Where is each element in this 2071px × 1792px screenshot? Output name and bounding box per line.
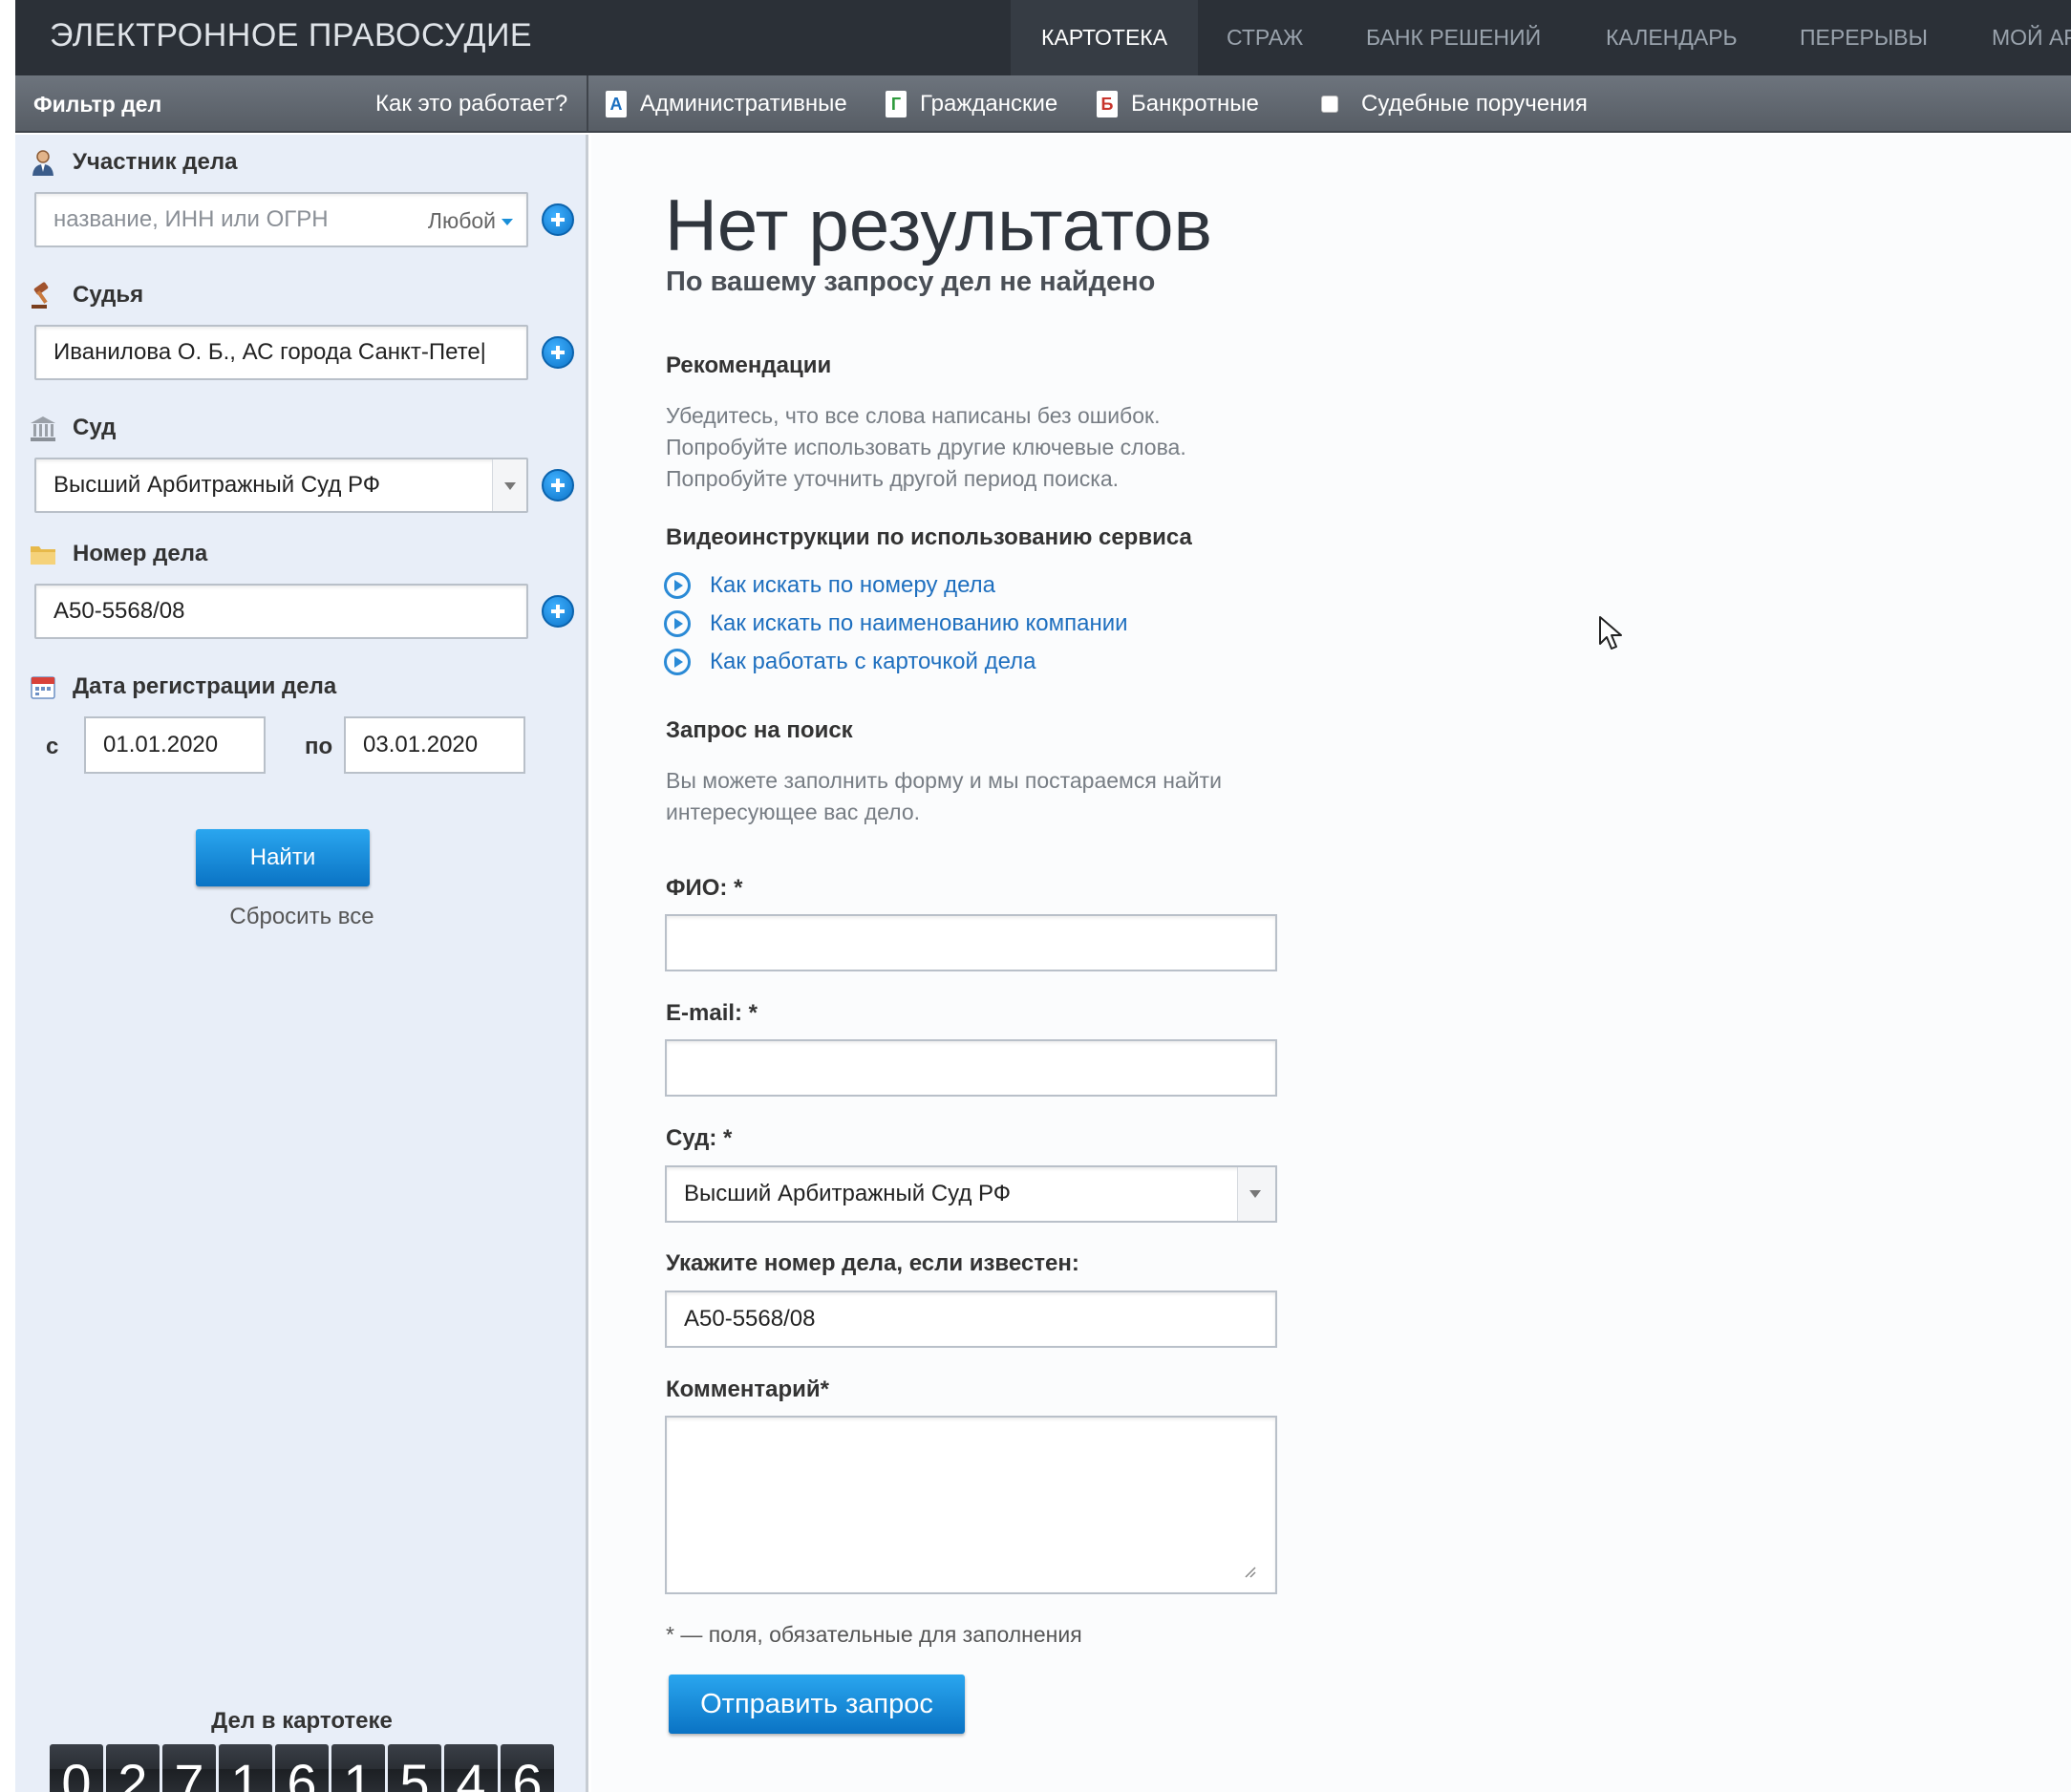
add-judge-plus-icon[interactable] — [542, 336, 574, 369]
courthouse-icon — [29, 414, 57, 442]
submit-request-button[interactable]: Отправить запрос — [669, 1675, 965, 1734]
category-label: Банкротные — [1131, 91, 1259, 117]
court-form-select[interactable]: Высший Арбитражный Суд РФ — [665, 1165, 1277, 1223]
play-icon — [664, 572, 691, 599]
counter-digit: 6 — [501, 1744, 554, 1792]
filter-title: Фильтр дел — [33, 92, 162, 117]
court-select[interactable]: Высший Арбитражный Суд РФ — [34, 458, 528, 513]
add-participant-plus-icon[interactable] — [542, 203, 574, 236]
add-case-number-plus-icon[interactable] — [542, 595, 574, 628]
recommendation-3: Попробуйте уточнить другой период поиска… — [666, 466, 1120, 491]
search-request-text-2: интересующее вас дело. — [666, 800, 921, 824]
video-link-by-number[interactable]: Как искать по номеру дела — [664, 572, 995, 599]
category-bankruptcy[interactable]: Б Банкротные — [1097, 89, 1259, 119]
comment-textarea[interactable] — [665, 1416, 1277, 1594]
comment-label: Комментарий* — [666, 1376, 829, 1402]
reset-all-link[interactable]: Сбросить все — [15, 904, 588, 930]
divider — [587, 75, 588, 133]
nav-kalendar[interactable]: КАЛЕНДАРЬ — [1606, 0, 1738, 75]
category-civil[interactable]: Г Гражданские — [886, 89, 1057, 119]
nav-strazh[interactable]: СТРАЖ — [1227, 0, 1303, 75]
category-court-orders[interactable]: Судебные поручения — [1321, 89, 1588, 119]
case-number-label: Номер дела — [29, 540, 207, 568]
registration-date-label: Дата регистрации дела — [29, 672, 336, 701]
nav-moy-arbitr[interactable]: МОЙ АР — [1992, 0, 2071, 75]
judge-input[interactable]: Иванилова О. Б., АС города Санкт-Пете| — [34, 325, 528, 380]
folder-icon — [29, 540, 57, 568]
recommendation-2: Попробуйте использовать другие ключевые … — [666, 435, 1186, 459]
category-label: Гражданские — [920, 91, 1058, 117]
counter-digit: 7 — [162, 1744, 216, 1792]
participant-mode-dropdown[interactable]: Любой — [428, 208, 513, 234]
resize-grip-icon[interactable] — [1243, 1565, 1256, 1578]
case-number-input[interactable]: А50-5568/08 — [34, 584, 528, 639]
chevron-down-icon[interactable] — [1237, 1167, 1275, 1221]
nav-kartoteka[interactable]: КАРТОТЕКА — [1011, 0, 1198, 75]
email-input[interactable] — [665, 1039, 1277, 1097]
required-fields-note: * — поля, обязательные для заполнения — [666, 1622, 1082, 1647]
counter-digit: 2 — [106, 1744, 160, 1792]
counter-digit: 6 — [275, 1744, 329, 1792]
video-instructions-heading: Видеоинструкции по использованию сервиса — [666, 524, 1192, 550]
search-request-heading: Запрос на поиск — [666, 717, 853, 743]
date-from-label: с — [46, 734, 59, 759]
gavel-icon — [29, 281, 57, 309]
page-subtitle: По вашему запросу дел не найдено — [666, 267, 1156, 297]
date-to-input[interactable]: 03.01.2020 — [344, 716, 525, 774]
category-label: Судебные поручения — [1361, 91, 1588, 117]
counter-digit: 5 — [388, 1744, 441, 1792]
fio-input[interactable] — [665, 914, 1277, 971]
administrative-icon: А — [606, 91, 627, 117]
case-number-form-label: Укажите номер дела, если известен: — [666, 1250, 1079, 1276]
recommendation-1: Убедитесь, что все слова написаны без ош… — [666, 403, 1161, 428]
counter-digit: 1 — [219, 1744, 272, 1792]
chevron-down-icon[interactable] — [492, 459, 526, 511]
filter-bar: Фильтр дел Как это работает? А Администр… — [15, 75, 2071, 133]
page-title: Нет результатов — [665, 185, 1212, 267]
court-form-label: Суд: * — [666, 1125, 733, 1151]
fio-label: ФИО: * — [666, 875, 743, 901]
civil-icon: Г — [886, 91, 907, 117]
email-label: E-mail: * — [666, 1000, 758, 1026]
case-number-form-input[interactable]: А50-5568/08 — [665, 1291, 1277, 1348]
person-icon — [29, 148, 57, 177]
cases-counter-label: Дел в картотеке — [211, 1708, 393, 1734]
recommendations-heading: Рекомендации — [666, 352, 832, 378]
nav-bank-resheniy[interactable]: БАНК РЕШЕНИЙ — [1366, 0, 1541, 75]
counter-digit: 0 — [50, 1744, 103, 1792]
find-button[interactable]: Найти — [196, 829, 370, 886]
play-icon — [664, 649, 691, 675]
counter-digit: 1 — [331, 1744, 385, 1792]
court-orders-checkbox[interactable] — [1321, 96, 1338, 113]
add-court-plus-icon[interactable] — [542, 469, 574, 501]
bankruptcy-icon: Б — [1097, 91, 1118, 117]
how-it-works-link[interactable]: Как это работает? — [375, 91, 567, 117]
cases-counter: 0 2 7 1 6 1 5 4 6 — [50, 1744, 554, 1792]
nav-pereryvy[interactable]: ПЕРЕРЫВЫ — [1800, 0, 1928, 75]
search-request-text-1: Вы можете заполнить форму и мы постараем… — [666, 768, 1222, 793]
date-to-label: по — [305, 734, 333, 759]
video-link-case-card[interactable]: Как работать с карточкой дела — [664, 649, 1036, 675]
counter-digit: 4 — [444, 1744, 498, 1792]
filter-sidebar: Участник дела название, ИНН или ОГРН Люб… — [15, 135, 588, 1792]
judge-label: Судья — [29, 281, 143, 309]
results-panel: Нет результатов По вашему запросу дел не… — [591, 135, 2071, 1792]
category-label: Административные — [640, 91, 847, 117]
video-link-by-company[interactable]: Как искать по наименованию компании — [664, 610, 1128, 637]
play-icon — [664, 610, 691, 637]
site-logo[interactable]: ЭЛЕКТРОННОЕ ПРАВОСУДИЕ — [50, 17, 532, 54]
date-from-input[interactable]: 01.01.2020 — [84, 716, 266, 774]
participant-input[interactable]: название, ИНН или ОГРН Любой — [34, 192, 528, 247]
category-administrative[interactable]: А Административные — [606, 89, 847, 119]
calendar-icon — [29, 672, 57, 701]
top-navigation-bar: ЭЛЕКТРОННОЕ ПРАВОСУДИЕ КАРТОТЕКА СТРАЖ Б… — [15, 0, 2071, 75]
court-label: Суд — [29, 414, 116, 442]
mouse-cursor-icon — [1599, 616, 1622, 650]
participant-label: Участник дела — [29, 148, 237, 177]
